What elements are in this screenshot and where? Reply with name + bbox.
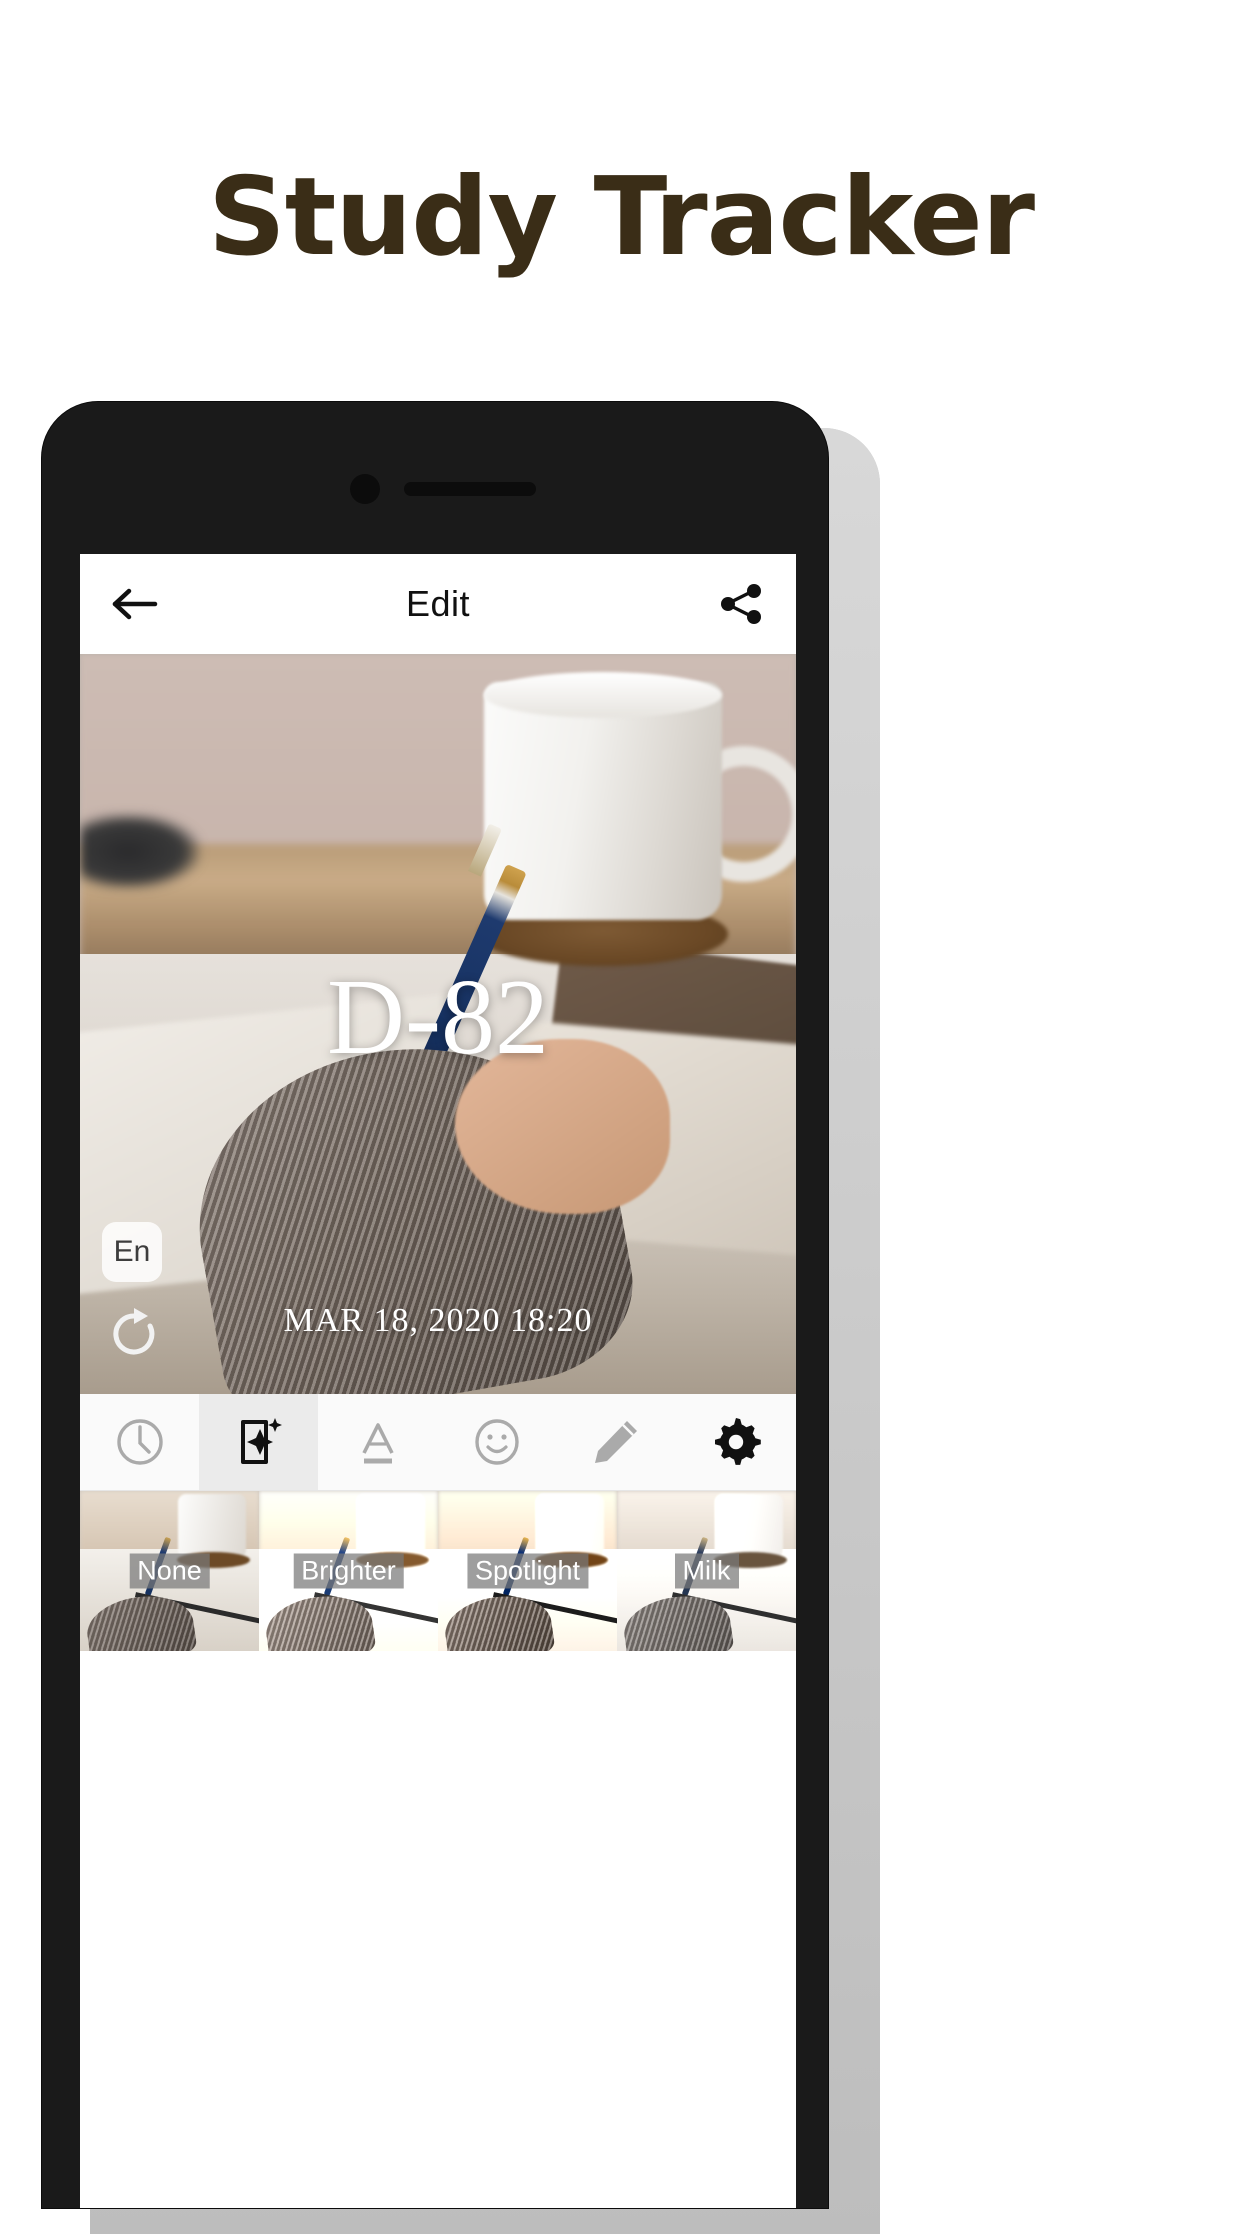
photo-preview[interactable]: D-82 En MAR 18, 2020 18:20 <box>80 654 796 1394</box>
app-bar: Edit <box>80 554 796 654</box>
dday-overlay-text[interactable]: D-82 <box>80 964 796 1072</box>
filter-label: Milk <box>674 1553 739 1589</box>
page-title: Study Tracker <box>207 155 1035 280</box>
toolbar-item-clock[interactable] <box>80 1394 199 1490</box>
filter-strip[interactable]: None Brighter Spotlight Milk <box>80 1491 796 1651</box>
sticker-icon <box>470 1415 524 1469</box>
photo-date-overlay[interactable]: MAR 18, 2020 18:20 <box>80 1302 796 1340</box>
text-icon <box>351 1415 405 1469</box>
photo-mug-rim <box>484 672 722 718</box>
front-camera-icon <box>350 474 380 504</box>
toolbar-item-settings[interactable] <box>676 1394 796 1490</box>
clock-icon <box>113 1415 167 1469</box>
share-button[interactable] <box>686 554 796 654</box>
language-badge[interactable]: En <box>102 1222 162 1282</box>
back-arrow-icon <box>112 584 158 624</box>
phone-mockup: Edit D-82 En MAR 18, 2020 18:20 None Bri… <box>42 402 828 2208</box>
filter-thumb-milk[interactable]: Milk <box>617 1491 796 1651</box>
filter-icon <box>232 1415 286 1469</box>
app-bar-title: Edit <box>405 583 471 624</box>
toolbar-item-sticker[interactable] <box>438 1394 557 1490</box>
filter-thumb-spotlight[interactable]: Spotlight <box>438 1491 617 1651</box>
photo-dark-object <box>80 814 200 889</box>
share-icon <box>717 580 765 628</box>
pencil-icon <box>589 1415 643 1469</box>
filter-label: None <box>129 1553 210 1589</box>
phone-screen: Edit D-82 En MAR 18, 2020 18:20 None Bri… <box>80 554 796 2208</box>
earpiece-speaker-icon <box>404 482 536 496</box>
toolbar-item-text[interactable] <box>318 1394 437 1490</box>
filter-thumb-brighter[interactable]: Brighter <box>259 1491 438 1651</box>
phone-top-bezel <box>42 402 828 554</box>
back-button[interactable] <box>80 554 190 654</box>
filter-label: Brighter <box>293 1553 404 1589</box>
filter-label: Spotlight <box>466 1553 589 1589</box>
filter-thumb-none[interactable]: None <box>80 1491 259 1651</box>
gear-icon <box>708 1414 764 1470</box>
edit-toolbar <box>80 1394 796 1491</box>
toolbar-item-filter[interactable] <box>199 1394 319 1490</box>
toolbar-item-pencil[interactable] <box>557 1394 676 1490</box>
